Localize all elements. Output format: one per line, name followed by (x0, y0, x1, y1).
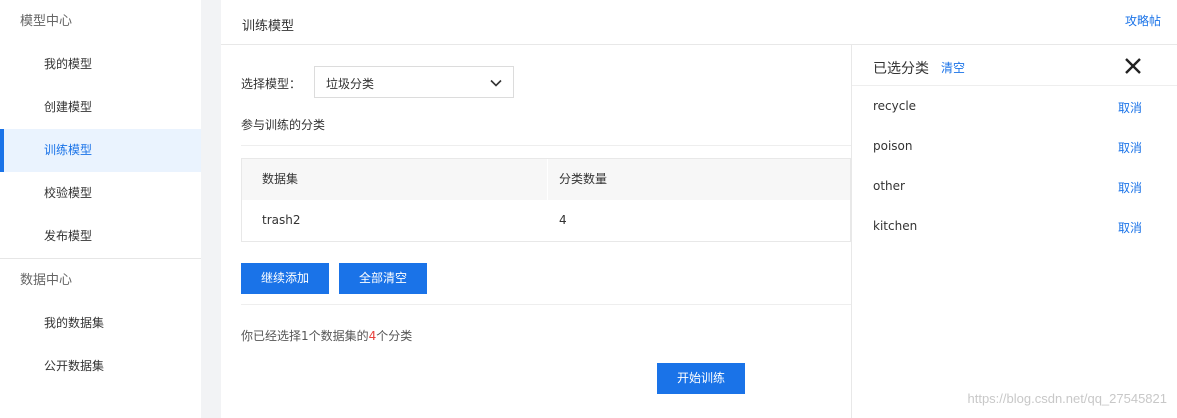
app-root: 模型中心 我的模型 创建模型 训练模型 校验模型 发布模型 数据中心 我的数据集… (0, 0, 1177, 418)
selection-summary: 你已经选择1个数据集的4个分类 (241, 327, 412, 344)
section-title: 参与训练的分类 (241, 116, 851, 146)
close-icon[interactable] (1123, 56, 1143, 76)
guide-link[interactable]: 攻略帖 (1125, 12, 1161, 29)
summary-prefix: 你已经选择1个数据集的 (241, 329, 369, 343)
category-cancel-button[interactable]: 取消 (1118, 179, 1142, 196)
summary-suffix: 个分类 (376, 329, 413, 343)
cell-category-count: 4 (559, 213, 567, 227)
column-header-dataset: 数据集 (242, 159, 548, 200)
model-select[interactable]: 垃圾分类 (314, 66, 514, 98)
sidebar-item-publish-model[interactable]: 发布模型 (0, 215, 201, 258)
content-divider (241, 304, 851, 305)
table-row: trash2 4 (242, 200, 850, 241)
model-select-label: 选择模型： (241, 77, 302, 91)
sidebar-group-model-center: 模型中心 (20, 14, 73, 29)
category-cancel-button[interactable]: 取消 (1118, 99, 1142, 116)
panel-header: 已选分类 清空 (852, 45, 1177, 86)
panel-clear-link[interactable]: 清空 (941, 59, 965, 76)
sidebar-item-public-datasets[interactable]: 公开数据集 (0, 345, 201, 388)
sidebar-item-my-datasets[interactable]: 我的数据集 (0, 302, 201, 345)
cell-dataset-name: trash2 (262, 213, 301, 227)
selected-categories-panel: 已选分类 清空 recycle 取消 poison 取消 other 取消 ki… (851, 45, 1177, 418)
table-header: 数据集 分类数量 (242, 159, 850, 200)
category-item: recycle 取消 (852, 86, 1177, 126)
sidebar: 模型中心 我的模型 创建模型 训练模型 校验模型 发布模型 数据中心 我的数据集… (0, 0, 201, 418)
sidebar-item-create-model[interactable]: 创建模型 (0, 86, 201, 129)
add-more-button[interactable]: 继续添加 (241, 263, 329, 294)
sidebar-item-validate-model[interactable]: 校验模型 (0, 172, 201, 215)
category-item: kitchen 取消 (852, 206, 1177, 246)
watermark: https://blog.csdn.net/qq_27545821 (967, 391, 1168, 406)
category-name: poison (873, 139, 913, 153)
column-header-category-count: 分类数量 (559, 172, 608, 186)
category-cancel-button[interactable]: 取消 (1118, 219, 1142, 236)
start-training-button[interactable]: 开始训练 (657, 363, 745, 394)
clear-all-button[interactable]: 全部清空 (339, 263, 427, 294)
model-select-value: 垃圾分类 (326, 77, 375, 91)
panel-title: 已选分类 (873, 61, 929, 77)
category-name: kitchen (873, 219, 918, 233)
sidebar-item-my-models[interactable]: 我的模型 (0, 43, 201, 86)
sidebar-group-data-center: 数据中心 (20, 273, 73, 288)
page-title: 训练模型 (242, 19, 295, 34)
category-name: other (873, 179, 905, 193)
category-name: recycle (873, 99, 917, 113)
sidebar-item-train-model[interactable]: 训练模型 (0, 129, 201, 172)
dataset-table: 数据集 分类数量 trash2 4 (241, 158, 851, 242)
category-item: other 取消 (852, 166, 1177, 206)
main-header: 训练模型 攻略帖 (221, 0, 1177, 45)
category-cancel-button[interactable]: 取消 (1118, 139, 1142, 156)
category-item: poison 取消 (852, 126, 1177, 166)
chevron-down-icon (490, 79, 502, 87)
